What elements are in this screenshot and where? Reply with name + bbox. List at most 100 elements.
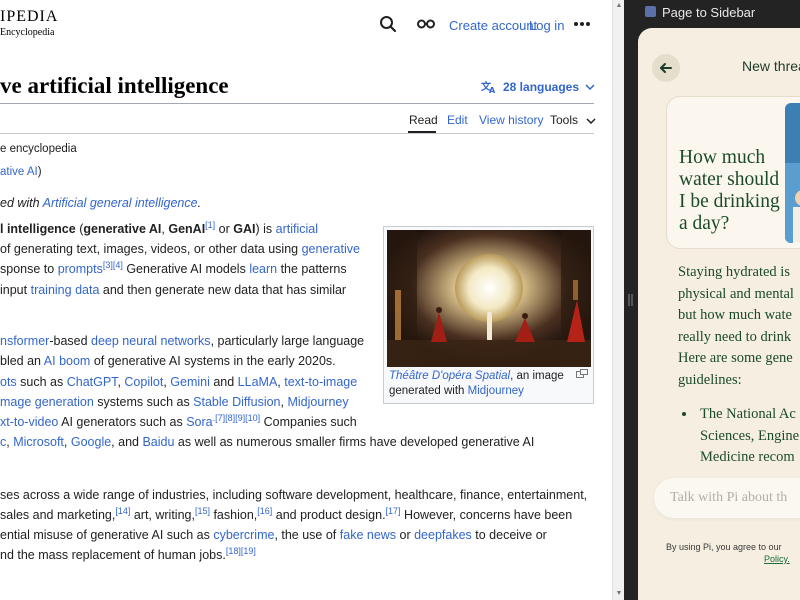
- bold-term: generative AI: [83, 222, 162, 236]
- answer-line: really need to drink: [678, 328, 792, 345]
- resize-handle-icon[interactable]: [628, 294, 633, 306]
- article-link[interactable]: Midjourney: [287, 395, 348, 409]
- new-thread-label[interactable]: New threa: [742, 58, 800, 74]
- talk-with-pi-input[interactable]: [654, 478, 800, 518]
- article-link[interactable]: cybercrime: [213, 528, 274, 542]
- article-link[interactable]: training data: [31, 283, 100, 297]
- enlarge-icon[interactable]: [576, 369, 588, 378]
- page-scrollbar[interactable]: ▲ ▼: [612, 0, 624, 600]
- search-icon[interactable]: [378, 14, 398, 34]
- bullet-marker: [682, 412, 686, 416]
- citation-link[interactable]: [17]: [386, 506, 401, 516]
- figure-title-link[interactable]: Théâtre D'opéra Spatial: [389, 370, 510, 382]
- text: such as: [16, 375, 67, 389]
- policy-link[interactable]: Policy.: [764, 554, 790, 564]
- article-link[interactable]: Sora: [186, 415, 212, 429]
- citation-link[interactable]: [18][19]: [226, 546, 256, 556]
- text: Generative AI models: [122, 262, 250, 276]
- midjourney-link[interactable]: Midjourney: [468, 385, 524, 397]
- text: Companies such: [260, 415, 357, 429]
- languages-button[interactable]: 文 A 28 languages: [481, 80, 595, 94]
- article-link[interactable]: Baidu: [142, 435, 174, 449]
- article-link[interactable]: mage generation: [0, 395, 94, 409]
- tab-edit[interactable]: Edit: [447, 113, 468, 127]
- text: ) is: [255, 222, 276, 236]
- paragraph-3-line-4: nd the mass replacement of human jobs.[1…: [0, 546, 256, 563]
- article-link[interactable]: AI boom: [44, 354, 91, 368]
- redirect-note: ative AI): [0, 164, 42, 180]
- text: , the use of: [274, 528, 340, 542]
- bullet-line: The National Ac: [700, 406, 796, 422]
- bullet-line: Sciences, Engine: [700, 427, 800, 444]
- paragraph-3-line-2: sales and marketing,[14] art, writing,[1…: [0, 506, 572, 523]
- sidebar-title: Page to Sidebar: [662, 5, 756, 20]
- caption-text: generated with: [389, 385, 468, 397]
- paragraph-1-line-4: input training data and then generate ne…: [0, 282, 346, 298]
- citation-link[interactable]: [14]: [115, 506, 130, 516]
- theatre-dopera-spatial-image[interactable]: [387, 230, 591, 367]
- more-options-icon[interactable]: [572, 14, 592, 34]
- chevron-down-icon: [586, 118, 596, 125]
- article-link[interactable]: deepfakes: [414, 528, 472, 542]
- article-link[interactable]: Microsoft: [13, 435, 64, 449]
- article-link[interactable]: Google: [71, 435, 111, 449]
- hatnote-suffix: .: [197, 196, 202, 210]
- paragraph-2-line-5: xt-to-video AI generators such as Sora.[…: [0, 413, 357, 430]
- pi-answer-text: Staying hydrated is physical and mental …: [678, 262, 800, 392]
- text: the patterns: [277, 262, 347, 276]
- article-link[interactable]: nsformer: [0, 334, 49, 348]
- terms-disclaimer: By using Pi, you agree to our: [666, 542, 782, 552]
- article-link[interactable]: deep neural networks: [91, 334, 211, 348]
- text: and: [209, 375, 238, 389]
- article-link[interactable]: fake news: [340, 528, 396, 542]
- site-subtitle: e encyclopedia: [0, 143, 77, 155]
- article-link[interactable]: Copilot: [124, 375, 163, 389]
- paragraph-3-line-3: ential misuse of generative AI such as c…: [0, 527, 547, 543]
- discover-question-card[interactable]: How much water should I be drinking a da…: [666, 96, 800, 249]
- redirect-link[interactable]: ative AI: [0, 166, 38, 178]
- back-arrow-icon[interactable]: [652, 54, 680, 82]
- text: of generative AI systems in the early 20…: [90, 354, 336, 368]
- article-link[interactable]: text-to-image: [284, 375, 357, 389]
- article-link[interactable]: ChatGPT: [67, 375, 118, 389]
- text: ,: [63, 435, 71, 449]
- log-in-link[interactable]: Log in: [529, 18, 564, 33]
- page-tabs: Read Edit View history Tools: [0, 113, 596, 133]
- citation-link[interactable]: [16]: [257, 506, 272, 516]
- article-link[interactable]: Stable Diffusion: [193, 395, 280, 409]
- sidebar-panel: Page to Sidebar New threa How much water…: [624, 0, 800, 600]
- paragraph-3-line-1: ses across a wide range of industries, i…: [0, 488, 588, 502]
- sidebar-header: Page to Sidebar: [624, 0, 800, 24]
- text: sponse to: [0, 262, 58, 276]
- article-link[interactable]: learn: [249, 262, 277, 276]
- glasses-icon[interactable]: [416, 14, 436, 34]
- paragraph-2-line-6: c, Microsoft, Google, and Baidu as well …: [0, 434, 534, 450]
- article-link[interactable]: prompts: [58, 262, 103, 276]
- hatnote-text: ed with: [0, 196, 43, 210]
- text: and product design.: [272, 508, 386, 522]
- answer-line: physical and mental: [678, 285, 794, 302]
- citation-link[interactable]: [3][4]: [103, 260, 123, 270]
- article-link[interactable]: ots: [0, 375, 17, 389]
- article-link[interactable]: Gemini: [170, 375, 210, 389]
- paragraph-2-line-1: nsformer-based deep neural networks, par…: [0, 333, 364, 349]
- hatnote-link[interactable]: Artificial general intelligence: [43, 196, 198, 210]
- tools-menu[interactable]: Tools: [550, 113, 596, 127]
- create-account-link[interactable]: Create account: [449, 18, 537, 33]
- article-link[interactable]: xt-to-video: [0, 415, 58, 429]
- article-link[interactable]: artificial: [276, 222, 318, 236]
- scroll-down-arrow-icon[interactable]: ▼: [615, 590, 623, 598]
- scroll-up-arrow-icon[interactable]: ▲: [615, 2, 623, 10]
- citation-link[interactable]: [1]: [205, 220, 215, 230]
- figure-caption: Théâtre D'opéra Spatial, an image genera…: [389, 369, 589, 399]
- citation-link[interactable]: .[7][8][9][10]: [213, 413, 261, 423]
- wikipedia-logo-wordmark[interactable]: IPEDIA: [0, 8, 58, 26]
- citation-link[interactable]: [15]: [195, 506, 210, 516]
- bold-term: GenAI: [168, 222, 206, 236]
- article-link[interactable]: generative: [302, 242, 360, 256]
- tab-view-history[interactable]: View history: [479, 113, 543, 127]
- text: , and: [111, 435, 143, 449]
- paragraph-1-line-2: of generating text, images, videos, or o…: [0, 241, 360, 257]
- tab-read[interactable]: Read: [409, 113, 438, 127]
- article-link[interactable]: LLaMA: [238, 375, 278, 389]
